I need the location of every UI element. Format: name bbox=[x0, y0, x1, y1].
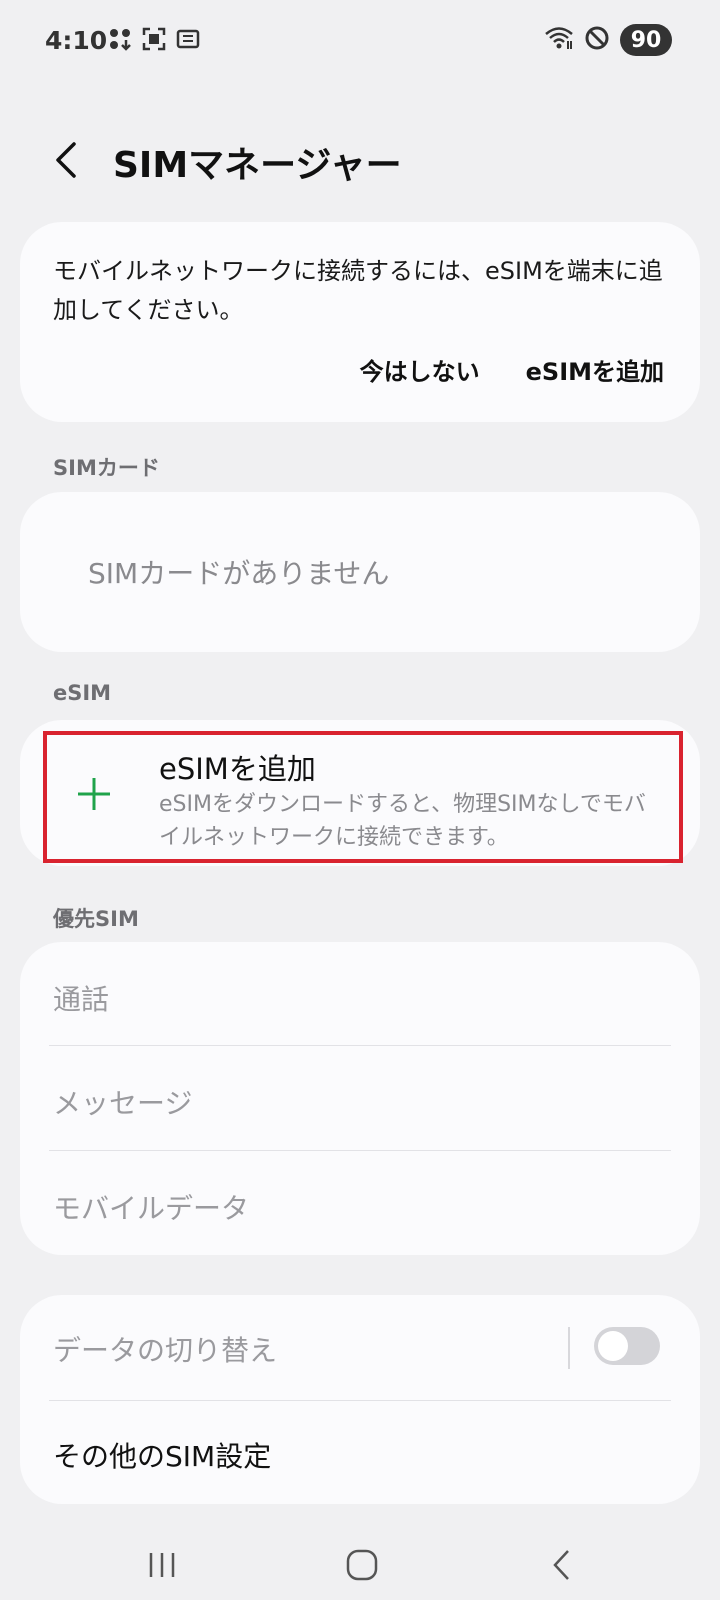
sim-card-section-label: SIMカード bbox=[53, 456, 160, 480]
recent-apps-button[interactable] bbox=[132, 1540, 192, 1590]
add-esim-notice-button[interactable]: eSIMを追加 bbox=[526, 352, 664, 387]
plus-icon bbox=[78, 778, 110, 810]
add-esim-description: eSIMをダウンロードすると、物理SIMなしでモバイルネットワークに接続できます… bbox=[159, 792, 646, 850]
divider bbox=[49, 1150, 671, 1151]
status-icons-left bbox=[108, 27, 200, 55]
priority-item-calls[interactable]: 通話 bbox=[53, 978, 109, 1018]
no-sim-text: SIMカードがありません bbox=[88, 557, 390, 590]
divider bbox=[49, 1400, 671, 1401]
page-title: SIMマネージャー bbox=[113, 145, 402, 186]
add-esim-item[interactable]: eSIMを追加 eSIMをダウンロードすると、物理SIMなしでモバイルネットワー… bbox=[20, 720, 700, 866]
notice-actions: 今はしない eSIMを追加 bbox=[360, 352, 664, 387]
back-arrow-icon bbox=[56, 142, 76, 178]
not-now-button[interactable]: 今はしない bbox=[360, 352, 480, 387]
status-time: 4:10 bbox=[45, 26, 108, 55]
priority-item-mobile-data[interactable]: モバイルデータ bbox=[53, 1187, 249, 1227]
divider bbox=[49, 1045, 671, 1046]
apps-icon bbox=[108, 27, 132, 55]
priority-sim-section-label: 優先SIM bbox=[53, 907, 139, 931]
priority-sim-panel: 通話 メッセージ モバイルデータ bbox=[20, 942, 700, 1255]
app-header: SIMマネージャー bbox=[0, 120, 720, 200]
priority-item-messages[interactable]: メッセージ bbox=[53, 1082, 192, 1122]
toggle-knob bbox=[598, 1331, 628, 1361]
status-icons-right: 90 bbox=[544, 24, 672, 56]
data-switch-label: データの切り替え bbox=[53, 1334, 278, 1367]
more-sim-settings-item[interactable]: その他のSIM設定 bbox=[53, 1435, 271, 1475]
nav-back-icon bbox=[553, 1550, 569, 1580]
esim-section-label: eSIM bbox=[53, 681, 112, 705]
nav-back-button[interactable] bbox=[532, 1540, 592, 1590]
back-button[interactable] bbox=[44, 136, 88, 184]
battery-indicator: 90 bbox=[620, 24, 672, 56]
screenshot-icon bbox=[142, 27, 166, 55]
esim-notice-card: モバイルネットワークに接続するには、eSIMを端末に追加してください。 今はしな… bbox=[20, 222, 700, 422]
data-switch-toggle[interactable] bbox=[594, 1327, 660, 1365]
add-esim-title: eSIMを追加 bbox=[159, 752, 316, 786]
do-not-disturb-icon bbox=[584, 25, 610, 55]
home-icon bbox=[346, 1549, 378, 1581]
recent-apps-icon bbox=[149, 1553, 175, 1577]
navigation-bar bbox=[0, 1530, 720, 1600]
sim-card-panel: SIMカードがありません bbox=[20, 492, 700, 652]
home-button[interactable] bbox=[332, 1540, 392, 1590]
wifi-icon bbox=[544, 25, 574, 55]
status-bar: 4:10 90 bbox=[0, 0, 720, 84]
vertical-separator bbox=[568, 1327, 570, 1369]
notice-text: モバイルネットワークに接続するには、eSIMを端末に追加してください。 bbox=[53, 257, 663, 324]
media-icon bbox=[176, 27, 200, 55]
other-settings-panel: データの切り替え その他のSIM設定 bbox=[20, 1295, 700, 1504]
